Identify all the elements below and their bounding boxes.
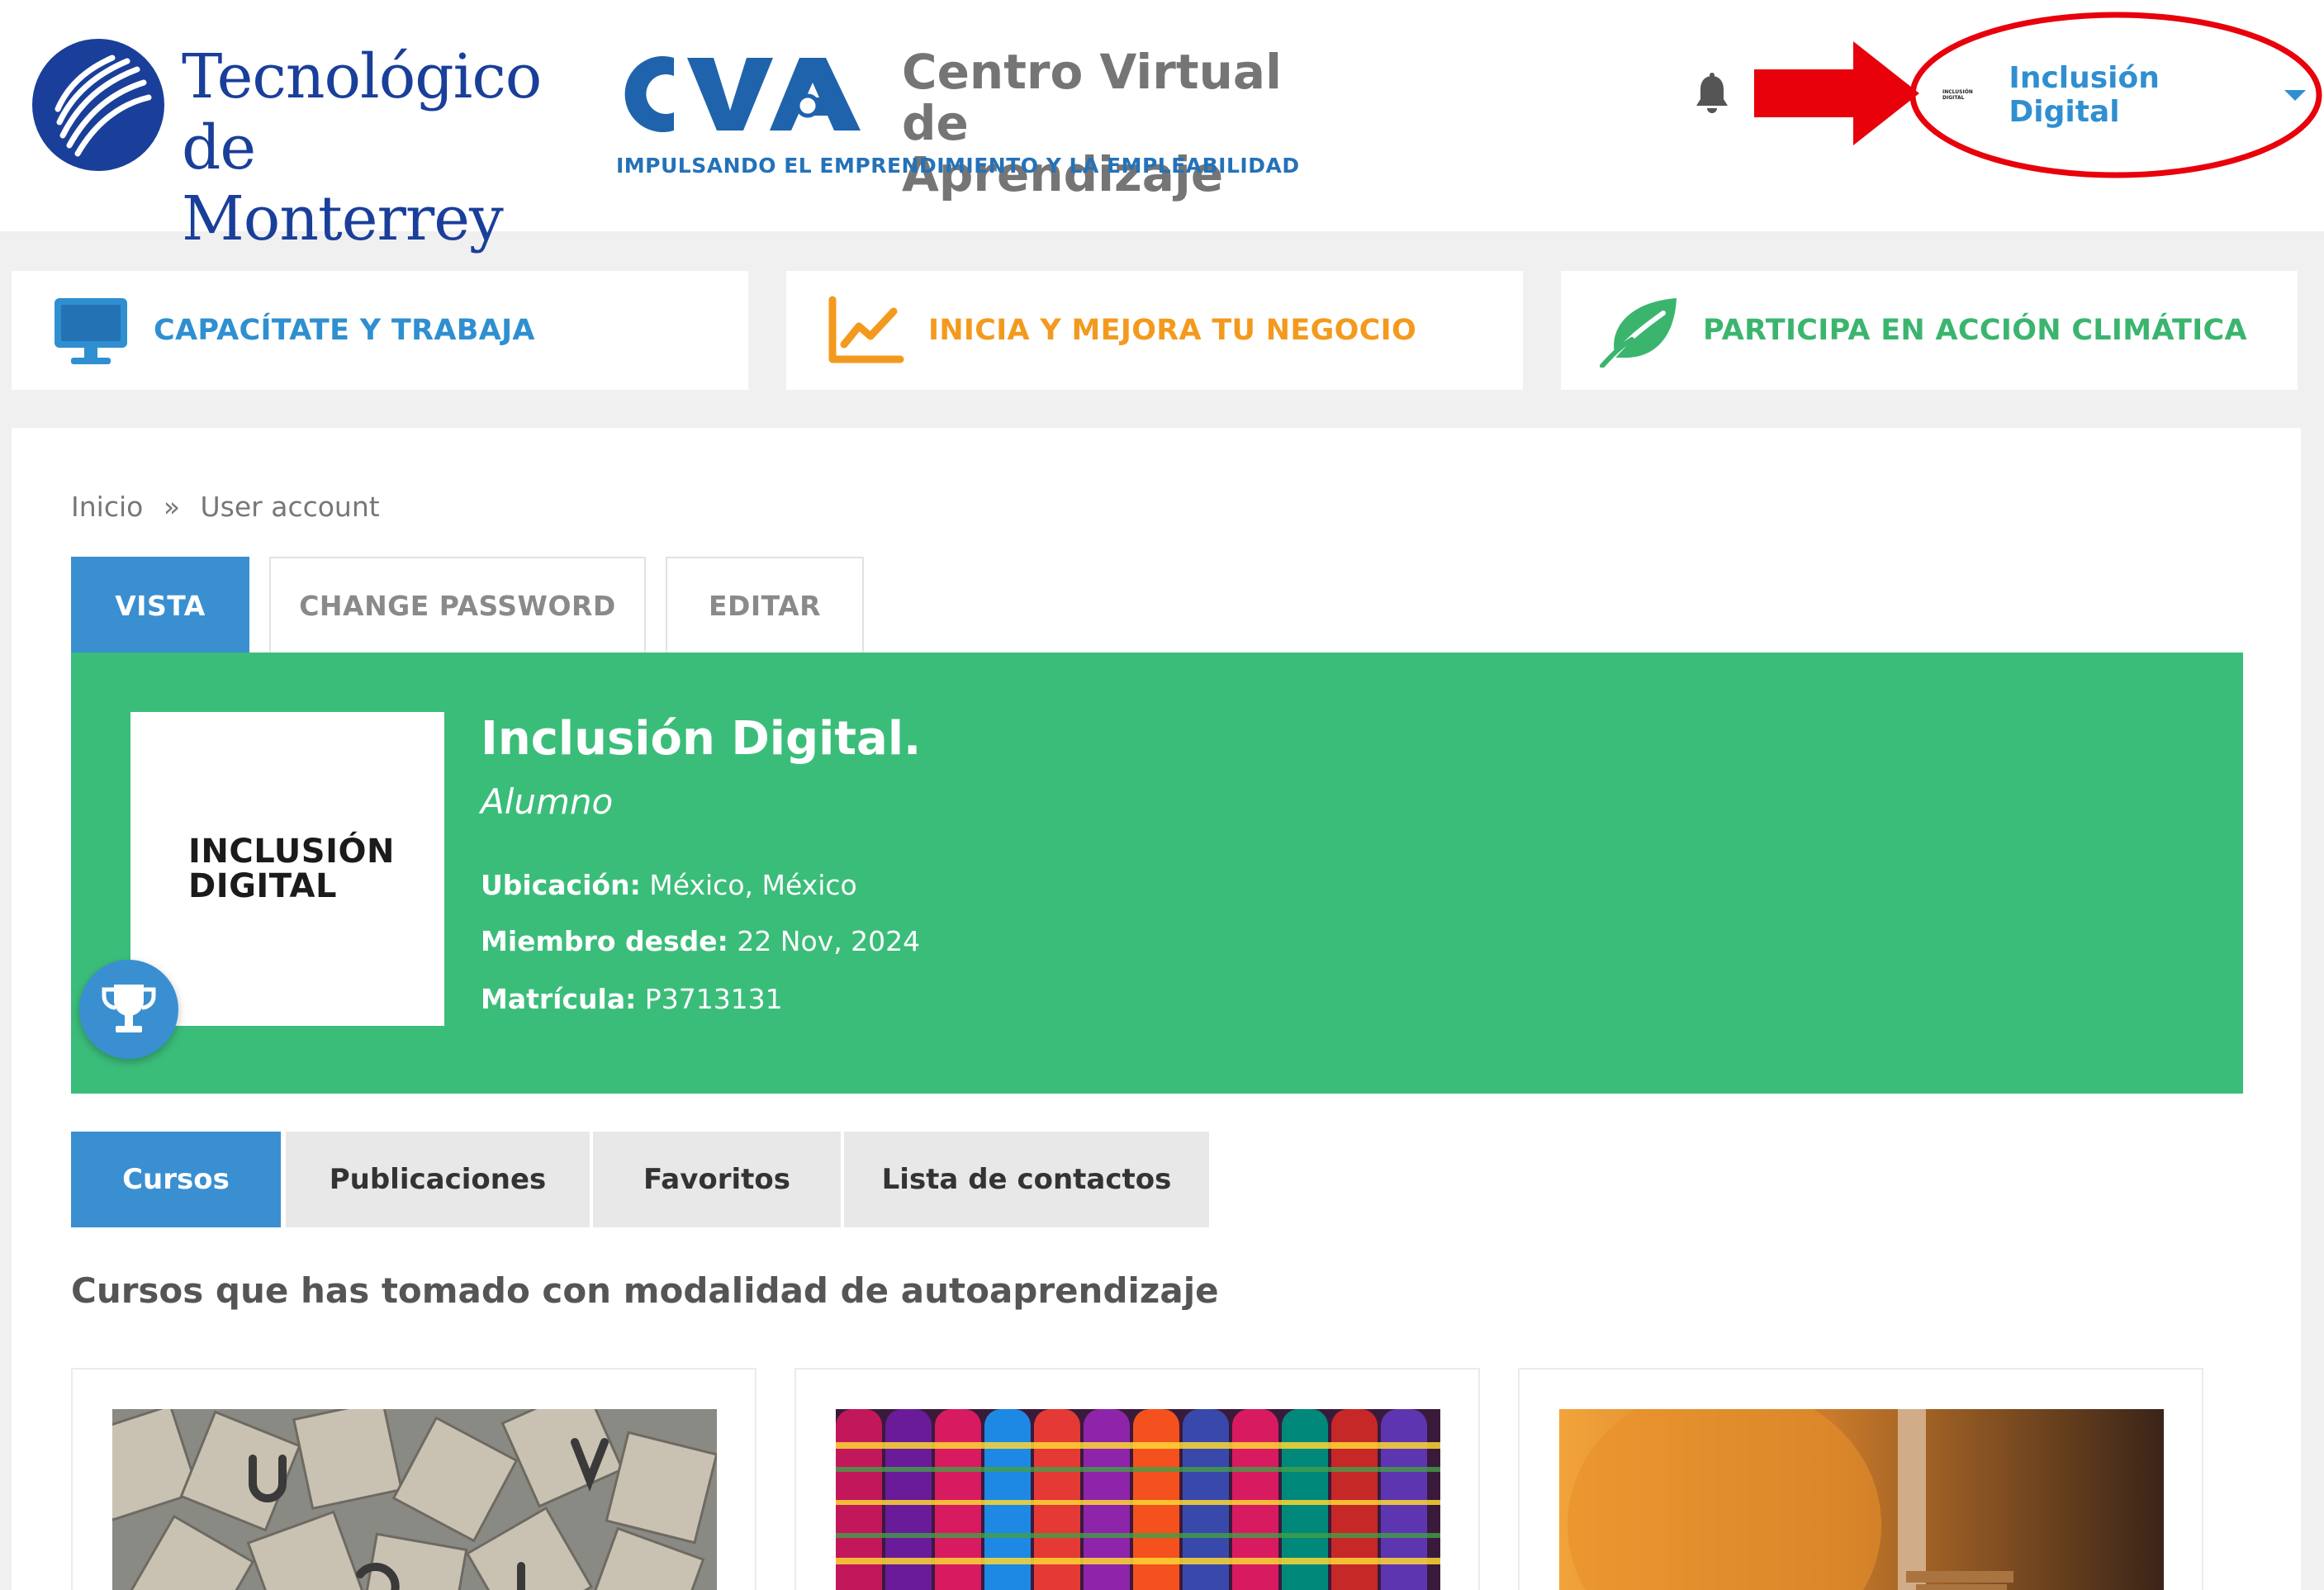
- tab-favoritos[interactable]: Favoritos: [593, 1132, 841, 1227]
- tab-lista-de-contactos[interactable]: Lista de contactos: [844, 1132, 1209, 1227]
- user-mini-logo-line1: INCLUSIÓN: [1942, 89, 1973, 95]
- section-title: Cursos que has tomado con modalidad de a…: [71, 1270, 1219, 1311]
- profile-field-value: P3713131: [636, 983, 783, 1015]
- avatar-line1: INCLUSIÓN: [188, 833, 395, 871]
- profile-role: Alumno: [481, 781, 614, 822]
- cva-title-line2: de Aprendizaje: [902, 95, 1224, 202]
- leaf-icon: [1600, 298, 1677, 368]
- user-name[interactable]: Inclusión Digital: [2009, 61, 2260, 129]
- profile-field-key: Miembro desde:: [481, 925, 728, 957]
- tec-logo-line2: de Monterrey: [182, 112, 504, 254]
- course-thumbnail-photo[interactable]: [1559, 1409, 2164, 1590]
- breadcrumb-separator: »: [163, 491, 181, 523]
- tab-editar[interactable]: EDITAR: [666, 557, 864, 653]
- main-panel: Inicio » User account VISTA CHANGE PASSW…: [12, 428, 2301, 1590]
- trophy-badge[interactable]: [79, 960, 178, 1059]
- profile-card: INCLUSIÓN DIGITAL Inclusión Digital. Alu…: [71, 653, 2243, 1094]
- cva-mark-icon: [624, 56, 861, 132]
- profile-field-value: México, México: [640, 869, 857, 901]
- site-header: Tecnológico de Monterrey Centro Virtual …: [0, 0, 2324, 254]
- cva-title-line1: Centro Virtual: [902, 44, 1282, 100]
- tab-publicaciones[interactable]: Publicaciones: [286, 1132, 590, 1227]
- category-label: CAPACÍTATE Y TRABAJA: [154, 314, 535, 347]
- trophy-icon: [102, 985, 156, 1032]
- category-label: PARTICIPA EN ACCIÓN CLIMÁTICA: [1703, 314, 2247, 347]
- course-card[interactable]: [71, 1368, 756, 1590]
- user-menu-dropdown[interactable]: INCLUSIÓN DIGITAL Inclusión Digital: [1942, 61, 2306, 129]
- page: Tecnológico de Monterrey Centro Virtual …: [0, 0, 2324, 1590]
- user-mini-logo: INCLUSIÓN DIGITAL: [1942, 83, 1977, 107]
- category-climatica[interactable]: PARTICIPA EN ACCIÓN CLIMÁTICA: [1561, 271, 2298, 390]
- avatar: INCLUSIÓN DIGITAL: [130, 712, 444, 1026]
- profile-field-key: Matrícula:: [481, 983, 637, 1015]
- tab-vista[interactable]: VISTA: [71, 557, 249, 653]
- monitor-icon: [55, 298, 127, 364]
- category-negocio[interactable]: INICIA Y MEJORA TU NEGOCIO: [786, 271, 1523, 390]
- cva-logo[interactable]: Centro Virtual de Aprendizaje IMPULSANDO…: [616, 44, 1299, 200]
- course-thumbnail-letter-tiles[interactable]: [112, 1409, 717, 1590]
- profile-name: Inclusión Digital.: [481, 712, 922, 766]
- profile-field-value: 22 Nov, 2024: [728, 925, 921, 957]
- tab-change-password[interactable]: CHANGE PASSWORD: [269, 557, 646, 653]
- profile-location: Ubicación: México, México: [481, 869, 857, 901]
- breadcrumb-current: User account: [200, 491, 380, 523]
- course-card[interactable]: [794, 1368, 1480, 1590]
- cva-tagline: IMPULSANDO EL EMPRENDIMIENTO Y LA EMPLEA…: [616, 154, 1300, 178]
- annotation-arrow-icon: [1754, 41, 1919, 145]
- breadcrumb-home-link[interactable]: Inicio: [71, 491, 143, 523]
- tab-cursos[interactable]: Cursos: [71, 1132, 281, 1227]
- breadcrumb: Inicio » User account: [71, 491, 380, 523]
- course-thumbnail-textiles[interactable]: [836, 1409, 1440, 1590]
- tec-logo-line1: Tecnológico: [182, 41, 542, 112]
- course-card[interactable]: [1518, 1368, 2203, 1590]
- profile-matricula: Matrícula: P3713131: [481, 983, 783, 1015]
- tec-shield-icon: [32, 39, 164, 171]
- avatar-line2: DIGITAL: [188, 867, 337, 905]
- chevron-down-icon[interactable]: [2284, 89, 2306, 101]
- category-capacitate[interactable]: CAPACÍTATE Y TRABAJA: [12, 271, 748, 390]
- bell-icon[interactable]: [1693, 73, 1731, 116]
- user-mini-logo-line2: DIGITAL: [1942, 95, 1965, 101]
- tec-logo-text: Tecnológico de Monterrey: [182, 41, 583, 254]
- profile-field-key: Ubicación:: [481, 869, 641, 901]
- line-chart-icon: [828, 296, 904, 363]
- tec-monterrey-logo[interactable]: Tecnológico de Monterrey: [30, 36, 583, 254]
- profile-member-since: Miembro desde: 22 Nov, 2024: [481, 925, 920, 957]
- category-label: INICIA Y MEJORA TU NEGOCIO: [928, 314, 1417, 347]
